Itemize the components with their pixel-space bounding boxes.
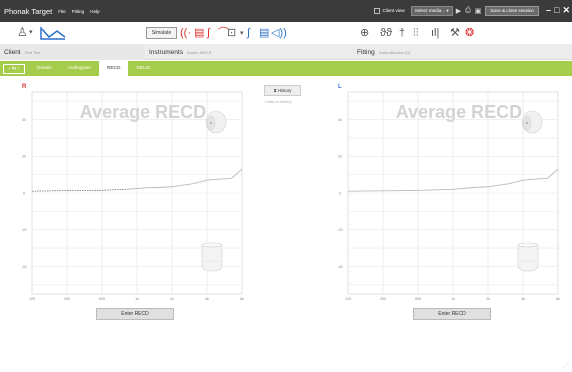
x-tick-label: 1k [451, 297, 455, 301]
y-tick-label: 20 [338, 155, 342, 159]
remote-dropdown-icon[interactable]: ▾ [240, 27, 244, 41]
instruments-section[interactable]: Instruments Audéo M90-R [145, 44, 353, 60]
x-tick-label: 250 [64, 297, 70, 301]
x-tick-label: 125 [29, 297, 35, 301]
bars-icon[interactable]: ıl| [431, 26, 439, 40]
media-select[interactable]: Select media... ▾ [410, 5, 453, 16]
insert-hole [526, 122, 528, 124]
menu-file[interactable]: File [58, 9, 65, 14]
chart-title: Average RECD [396, 102, 522, 122]
ears-icon[interactable]: ϑϑ [380, 26, 392, 40]
y-tick-label: -20 [337, 228, 342, 232]
fitting-section-title: Fitting [357, 48, 375, 56]
jar-body [201, 245, 223, 272]
insert-hole [210, 122, 212, 124]
client-person-icon[interactable]: ♙ [17, 25, 28, 39]
globe-icon[interactable]: ⊕ [360, 26, 369, 40]
feedback-icon[interactable]: ((· [180, 26, 191, 40]
x-tick-label: 500 [415, 297, 421, 301]
tab-bar: ‹ ⇆ › Details Audiogram RECD REUG [0, 61, 572, 76]
jar-rim [201, 242, 223, 248]
history-button-label: History [277, 88, 292, 93]
client-dropdown-icon[interactable]: ▾ [29, 26, 33, 40]
title-bar: Phonak Target File Fitting Help Client v… [0, 0, 572, 22]
add-to-history-link[interactable]: + Add to history [264, 99, 310, 104]
recd-chart-left: 125 250 500 1k 2k 4k 8k 40 20 0 -20 -40 Average RECD [337, 91, 560, 301]
y-tick-label: 0 [23, 191, 25, 195]
client-view-checkbox[interactable] [373, 7, 380, 14]
x-tick-label: 2k [486, 297, 490, 301]
save-icon[interactable]: ▣ [475, 7, 482, 15]
ear-l-icon[interactable]: ∫ [247, 26, 250, 40]
remote-icon[interactable]: ⊡ [227, 26, 236, 40]
close-icon[interactable]: ✕ [562, 6, 570, 15]
chart-title: Average RECD [80, 102, 206, 122]
coupler-jar-image [517, 242, 539, 272]
x-tick-label: 2k [170, 297, 174, 301]
ear-insert-image [205, 110, 227, 134]
coupler-jar-image [201, 242, 223, 272]
y-tick-label: -40 [337, 265, 342, 269]
maximize-icon[interactable]: □ [554, 6, 559, 15]
x-tick-label: 8k [240, 297, 244, 301]
instrument-l-icon[interactable]: ▤ [259, 26, 269, 40]
ear-insert-image [521, 110, 543, 134]
instrument-r-icon[interactable]: ▤ [194, 26, 204, 40]
fitting-situation: Calm situation (0) [378, 49, 411, 55]
menu-fitting[interactable]: Fitting [72, 9, 85, 14]
instruments-model: Audéo M90-R [186, 49, 212, 55]
tab-recd[interactable]: RECD [98, 61, 129, 76]
menu-help[interactable]: Help [90, 9, 99, 14]
y-tick-label: 40 [338, 118, 342, 122]
equalizer-icon[interactable]: ⫶⫶ [413, 26, 419, 40]
x-tick-label: 1k [135, 297, 139, 301]
media-select-value: Select media... [414, 8, 446, 13]
simulate-button[interactable]: Simulate [146, 27, 177, 39]
x-tick-label: 4k [205, 297, 209, 301]
x-tick-label: 8k [556, 297, 560, 301]
fitting-section[interactable]: Fitting Calm situation (0) [353, 44, 572, 60]
enter-recd-button-right[interactable]: Enter RECD [96, 308, 174, 320]
add-to-history-label: Add to history [267, 99, 292, 104]
ear-icon[interactable]: ∫ [207, 26, 210, 40]
x-tick-label: 4k [521, 297, 525, 301]
tuning-icon[interactable]: † [399, 26, 405, 40]
history-button[interactable]: ⧗ History [264, 85, 301, 96]
enter-recd-button-left[interactable]: Enter RECD [413, 308, 491, 320]
x-tick-label: 125 [345, 297, 351, 301]
tab-audiogram[interactable]: Audiogram [60, 61, 99, 76]
y-tick-label: 40 [22, 118, 26, 122]
client-section[interactable]: Client Test Test [0, 44, 145, 60]
audiogram-icon[interactable] [39, 25, 67, 41]
tab-details[interactable]: Details [29, 61, 60, 76]
speaker-icon[interactable]: ◁)) [271, 26, 287, 40]
app-title: Phonak Target [4, 6, 53, 16]
y-tick-label: 0 [339, 191, 341, 195]
minimize-icon[interactable]: – [546, 6, 551, 15]
recd-chart-right: 125 250 500 1k 2k 4k 8k 40 20 0 -20 -40 Average RECD [21, 91, 244, 301]
y-tick-label: 20 [22, 155, 26, 159]
x-tick-label: 500 [99, 297, 105, 301]
instruments-section-title: Instruments [149, 48, 183, 56]
jar-rim [517, 242, 539, 248]
client-name: Test Test [24, 49, 41, 55]
tab-reug[interactable]: REUG [128, 61, 158, 76]
y-tick-label: -20 [21, 228, 26, 232]
fitting-state-icon[interactable]: ❂ [465, 26, 474, 40]
play-icon[interactable]: ▶ [456, 7, 461, 15]
jar-body [517, 245, 539, 272]
print-icon[interactable]: ⎙ [465, 7, 471, 15]
wrench-icon[interactable]: ⚒ [450, 26, 460, 40]
client-view-label: Client view [382, 8, 405, 13]
section-bar: Client Test Test Instruments Audéo M90-R… [0, 44, 572, 60]
client-section-title: Client [4, 48, 21, 56]
tab-navigation-arrows[interactable]: ‹ ⇆ › [3, 63, 25, 74]
y-tick-label: -40 [21, 265, 26, 269]
save-close-button[interactable]: Save & close session [485, 5, 539, 16]
resize-grip-icon[interactable]: ⋰ [563, 362, 569, 369]
x-tick-label: 250 [380, 297, 386, 301]
